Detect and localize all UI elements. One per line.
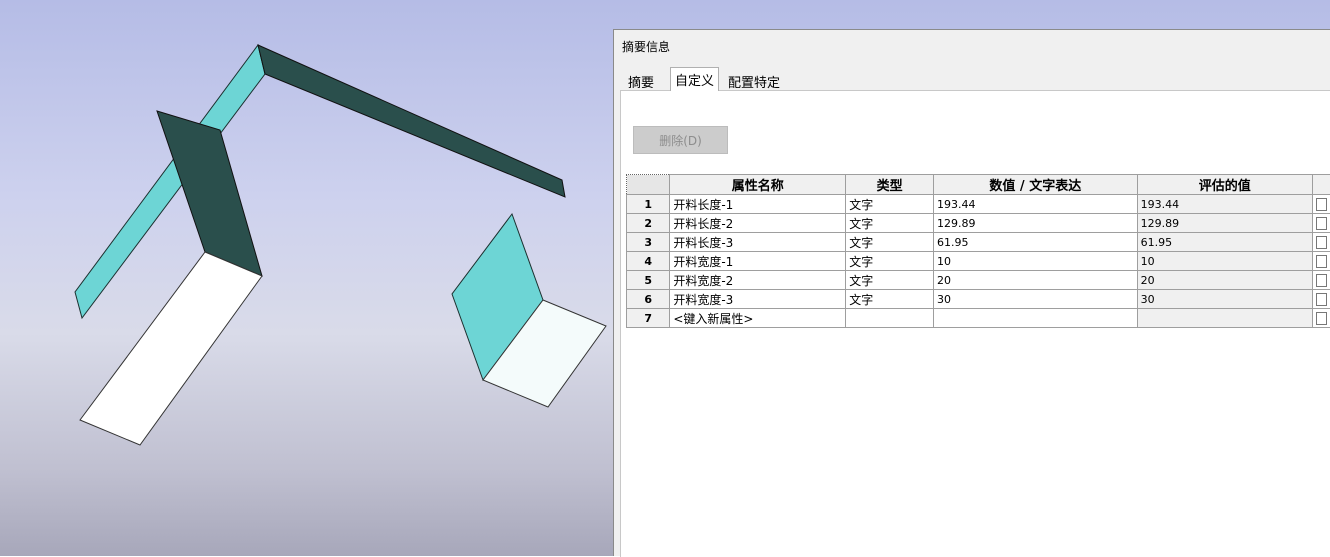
row-checkbox[interactable] <box>1316 293 1327 306</box>
row-number[interactable]: 4 <box>627 252 670 271</box>
evaluated-value-cell: 10 <box>1137 252 1312 271</box>
row-number[interactable]: 3 <box>627 233 670 252</box>
property-type-cell[interactable]: 文字 <box>846 195 934 214</box>
header-extra <box>1312 175 1330 195</box>
row-checkbox-cell[interactable] <box>1312 214 1330 233</box>
table-row[interactable]: 5 开料宽度-2 文字 20 20 <box>627 271 1330 290</box>
row-checkbox[interactable] <box>1316 312 1327 325</box>
table-corner-cell[interactable] <box>627 175 670 195</box>
property-value-cell[interactable] <box>934 309 1138 328</box>
property-name-cell[interactable]: 开料宽度-2 <box>670 271 846 290</box>
property-value-cell[interactable]: 30 <box>934 290 1138 309</box>
property-type-cell[interactable]: 文字 <box>846 233 934 252</box>
new-property-cell[interactable]: <键入新属性> <box>670 309 846 328</box>
table-row[interactable]: 3 开料长度-3 文字 61.95 61.95 <box>627 233 1330 252</box>
custom-properties-panel: 删除(D) 属性名称 类型 数值 / 文字表达 评估的值 <box>620 90 1330 557</box>
custom-properties-table: 属性名称 类型 数值 / 文字表达 评估的值 1 开料长度-1 文字 193.4… <box>626 174 1330 328</box>
sheet-metal-parts <box>0 0 613 556</box>
table-row-new[interactable]: 7 <键入新属性> <box>627 309 1330 328</box>
row-number[interactable]: 1 <box>627 195 670 214</box>
header-property-name[interactable]: 属性名称 <box>670 175 846 195</box>
part-flange-dark-top <box>258 45 565 197</box>
evaluated-value-cell: 129.89 <box>1137 214 1312 233</box>
row-checkbox[interactable] <box>1316 255 1327 268</box>
property-name-cell[interactable]: 开料长度-3 <box>670 233 846 252</box>
property-value-cell[interactable]: 20 <box>934 271 1138 290</box>
property-value-cell[interactable]: 10 <box>934 252 1138 271</box>
property-type-cell[interactable]: 文字 <box>846 214 934 233</box>
property-value-cell[interactable]: 129.89 <box>934 214 1138 233</box>
summary-info-dialog: 摘要信息 摘要 自定义 配置特定 删除(D) 属性名称 类型 数值 / 文字表达… <box>613 29 1330 556</box>
row-checkbox[interactable] <box>1316 217 1327 230</box>
property-type-cell[interactable]: 文字 <box>846 271 934 290</box>
evaluated-value-cell: 193.44 <box>1137 195 1312 214</box>
evaluated-value-cell: 61.95 <box>1137 233 1312 252</box>
property-name-cell[interactable]: 开料宽度-3 <box>670 290 846 309</box>
delete-button[interactable]: 删除(D) <box>633 126 728 154</box>
dialog-title: 摘要信息 <box>622 38 670 55</box>
row-checkbox[interactable] <box>1316 274 1327 287</box>
row-number[interactable]: 7 <box>627 309 670 328</box>
row-checkbox-cell[interactable] <box>1312 271 1330 290</box>
property-value-cell[interactable]: 193.44 <box>934 195 1138 214</box>
header-value-expression[interactable]: 数值 / 文字表达 <box>934 175 1138 195</box>
row-checkbox-cell[interactable] <box>1312 252 1330 271</box>
table-row[interactable]: 6 开料宽度-3 文字 30 30 <box>627 290 1330 309</box>
row-number[interactable]: 5 <box>627 271 670 290</box>
row-checkbox-cell[interactable] <box>1312 233 1330 252</box>
table-header-row: 属性名称 类型 数值 / 文字表达 评估的值 <box>627 175 1330 195</box>
row-checkbox-cell[interactable] <box>1312 195 1330 214</box>
tab-config-specific[interactable]: 配置特定 <box>724 70 784 90</box>
property-name-cell[interactable]: 开料宽度-1 <box>670 252 846 271</box>
row-checkbox[interactable] <box>1316 236 1327 249</box>
tab-summary[interactable]: 摘要 <box>624 70 658 90</box>
property-type-cell[interactable] <box>846 309 934 328</box>
row-number[interactable]: 2 <box>627 214 670 233</box>
table-row[interactable]: 4 开料宽度-1 文字 10 10 <box>627 252 1330 271</box>
row-checkbox[interactable] <box>1316 198 1327 211</box>
row-checkbox-cell[interactable] <box>1312 290 1330 309</box>
property-type-cell[interactable]: 文字 <box>846 290 934 309</box>
property-type-cell[interactable]: 文字 <box>846 252 934 271</box>
row-checkbox-cell[interactable] <box>1312 309 1330 328</box>
property-name-cell[interactable]: 开料长度-1 <box>670 195 846 214</box>
table-row[interactable]: 2 开料长度-2 文字 129.89 129.89 <box>627 214 1330 233</box>
evaluated-value-cell <box>1137 309 1312 328</box>
header-evaluated-value[interactable]: 评估的值 <box>1137 175 1312 195</box>
property-name-cell[interactable]: 开料长度-2 <box>670 214 846 233</box>
table-row[interactable]: 1 开料长度-1 文字 193.44 193.44 <box>627 195 1330 214</box>
property-value-cell[interactable]: 61.95 <box>934 233 1138 252</box>
evaluated-value-cell: 20 <box>1137 271 1312 290</box>
evaluated-value-cell: 30 <box>1137 290 1312 309</box>
tab-custom[interactable]: 自定义 <box>670 67 719 91</box>
row-number[interactable]: 6 <box>627 290 670 309</box>
header-type[interactable]: 类型 <box>846 175 934 195</box>
